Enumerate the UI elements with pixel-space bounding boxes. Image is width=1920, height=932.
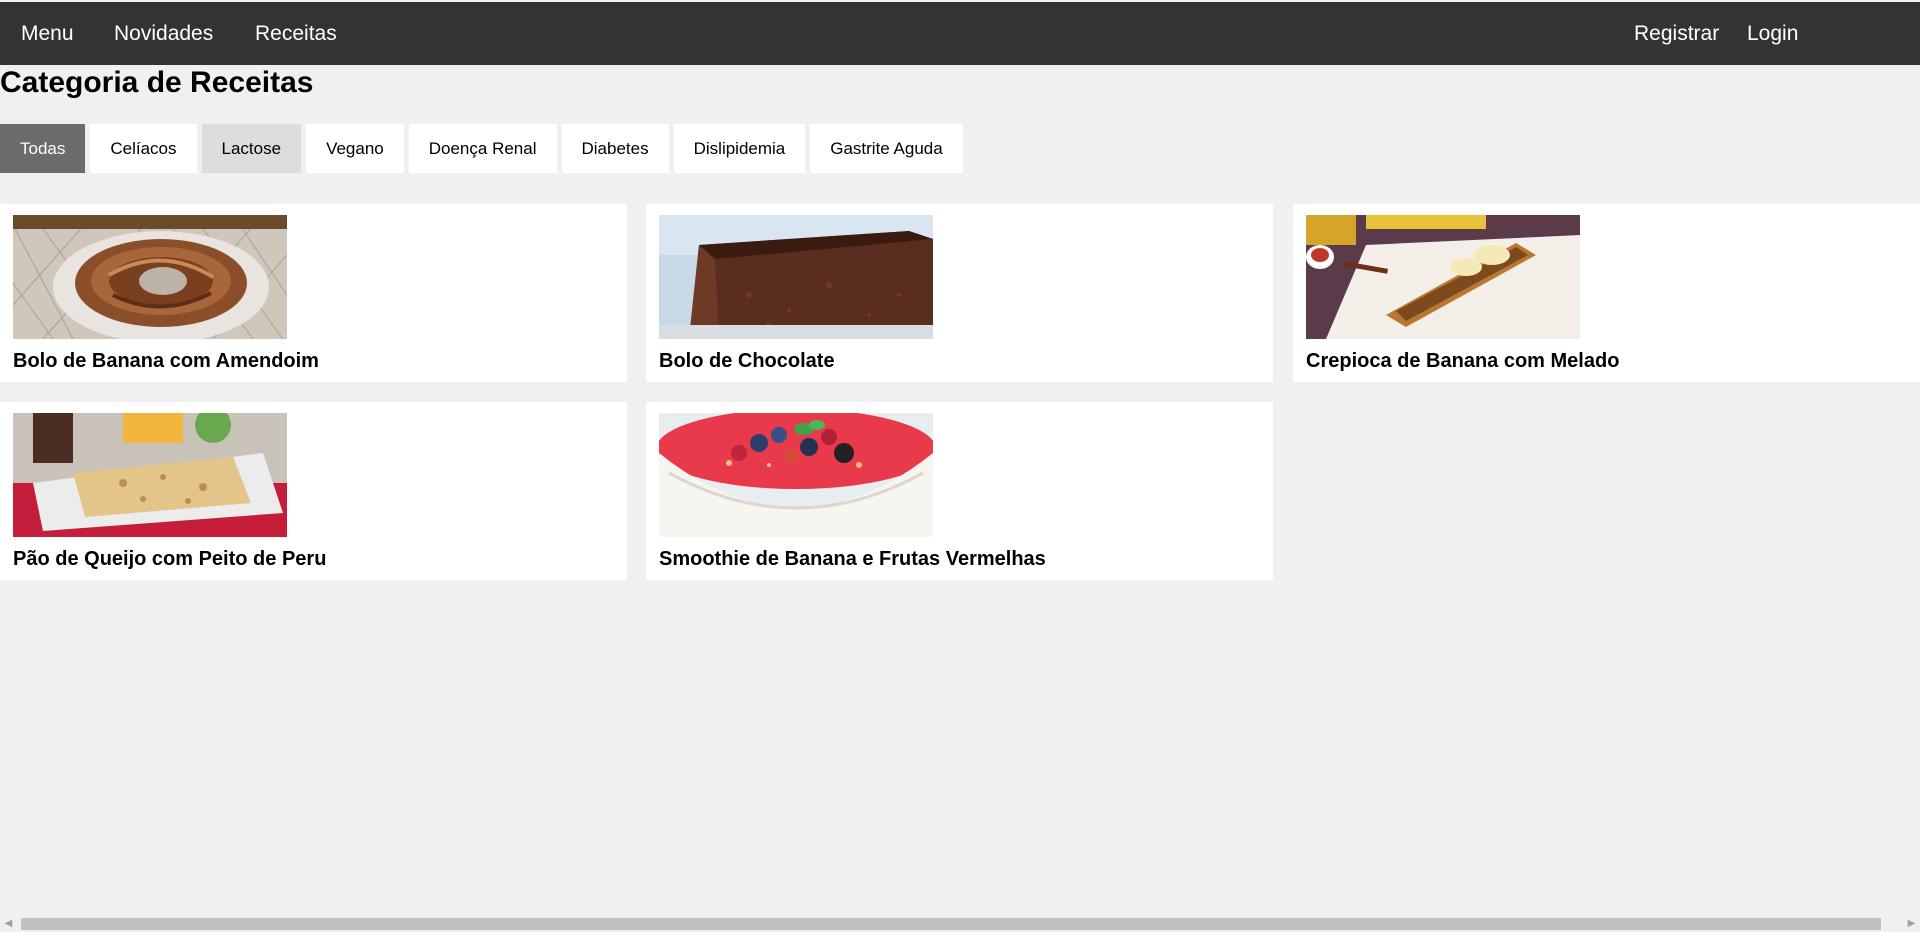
- nav-link-receitas[interactable]: Receitas: [255, 2, 337, 65]
- page-title: Categoria de Receitas: [0, 66, 314, 99]
- recipe-card-title[interactable]: Bolo de Chocolate: [659, 347, 835, 375]
- recipe-card-title[interactable]: Bolo de Banana com Amendoim: [13, 347, 319, 375]
- recipe-card[interactable]: Bolo de Chocolate: [646, 204, 1273, 382]
- category-tab-doenca-renal[interactable]: Doença Renal: [408, 124, 557, 173]
- category-tabs: Todas Celíacos Lactose Vegano Doença Ren…: [0, 124, 963, 173]
- nav-link-registrar[interactable]: Registrar: [1634, 2, 1719, 65]
- nav-link-novidades[interactable]: Novidades: [114, 2, 213, 65]
- scroll-right-arrow-icon[interactable]: ▶: [1903, 915, 1920, 932]
- horizontal-scrollbar[interactable]: ◀ ▶: [0, 915, 1920, 932]
- crepioca-image[interactable]: [1306, 215, 1580, 339]
- recipe-card-title[interactable]: Smoothie de Banana e Frutas Vermelhas: [659, 545, 1046, 573]
- chocolate-cake-image[interactable]: [659, 215, 933, 339]
- recipe-card[interactable]: Smoothie de Banana e Frutas Vermelhas: [646, 402, 1273, 580]
- recipe-card-title[interactable]: Crepioca de Banana com Melado: [1306, 347, 1619, 375]
- recipe-card[interactable]: Pão de Queijo com Peito de Peru: [0, 402, 627, 580]
- category-tab-dislipidemia[interactable]: Dislipidemia: [673, 124, 806, 173]
- recipe-card-title[interactable]: Pão de Queijo com Peito de Peru: [13, 545, 326, 573]
- category-tab-todas[interactable]: Todas: [0, 124, 86, 173]
- banana-cake-image[interactable]: [13, 215, 287, 339]
- top-navbar: Menu Novidades Receitas Registrar Login: [0, 2, 1920, 65]
- category-tab-vegano[interactable]: Vegano: [306, 124, 404, 173]
- cheese-bread-image[interactable]: [13, 413, 287, 537]
- nav-link-menu[interactable]: Menu: [21, 2, 74, 65]
- recipe-card[interactable]: Crepioca de Banana com Melado: [1293, 204, 1920, 382]
- category-tab-diabetes[interactable]: Diabetes: [561, 124, 669, 173]
- scroll-left-arrow-icon[interactable]: ◀: [0, 915, 17, 932]
- recipe-card[interactable]: Bolo de Banana com Amendoim: [0, 204, 627, 382]
- scrollbar-thumb[interactable]: [21, 918, 1881, 930]
- category-tab-gastrite-aguda[interactable]: Gastrite Aguda: [810, 124, 963, 173]
- nav-link-login[interactable]: Login: [1747, 2, 1798, 65]
- category-tab-lactose[interactable]: Lactose: [201, 124, 302, 173]
- smoothie-image[interactable]: [659, 413, 933, 537]
- category-tab-celiacos[interactable]: Celíacos: [90, 124, 197, 173]
